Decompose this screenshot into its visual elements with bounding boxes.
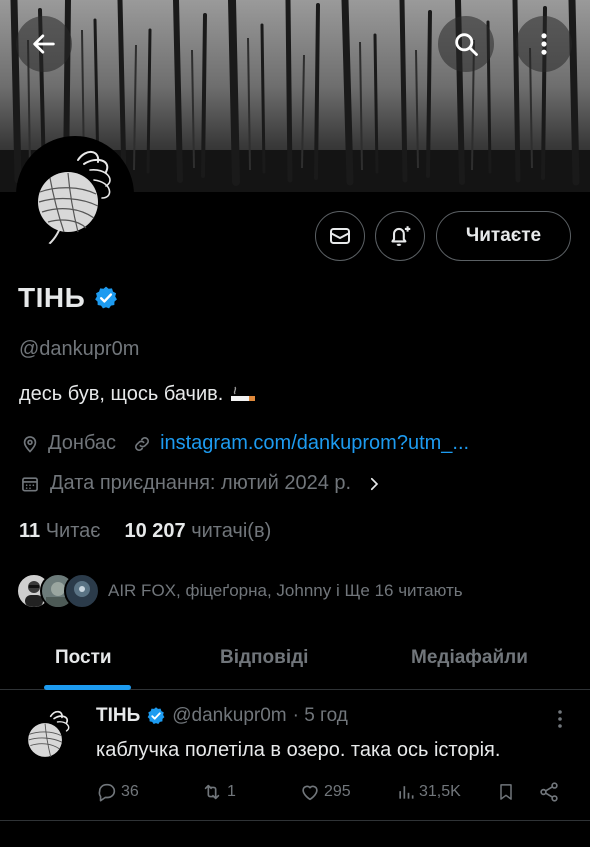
profile-meta-row: Донбас instagram.com/dankuprom?utm_... xyxy=(20,432,469,455)
bookmark-icon xyxy=(500,784,512,800)
followers-count: 10 207 xyxy=(124,520,186,542)
following-label: Читає xyxy=(45,520,101,542)
mail-icon xyxy=(330,228,350,244)
more-options-button[interactable] xyxy=(516,16,572,72)
reply-icon xyxy=(98,783,116,802)
notifications-button[interactable] xyxy=(375,211,425,261)
tab-media[interactable]: Медіафайли xyxy=(411,647,528,669)
cigarette-icon xyxy=(231,386,256,401)
post-more-icon[interactable] xyxy=(550,707,570,731)
tab-posts[interactable]: Пости xyxy=(55,647,112,669)
following-stat[interactable]: 11 Читає xyxy=(19,520,100,543)
post-actions: 36 1 295 31,5K xyxy=(96,781,566,805)
repost-icon xyxy=(204,784,220,800)
post-author-name[interactable]: ТІНЬ xyxy=(96,705,140,727)
post-author-avatar[interactable] xyxy=(18,705,80,767)
profile-name: ТІНЬ xyxy=(18,282,86,313)
views-button[interactable]: 31,5K xyxy=(396,781,461,803)
following-button[interactable]: Читаєте xyxy=(436,211,571,261)
search-button[interactable] xyxy=(438,16,494,72)
bandaged-head-icon xyxy=(18,705,80,767)
heart-icon xyxy=(302,785,318,801)
back-button[interactable] xyxy=(16,16,72,72)
share-button[interactable] xyxy=(538,781,560,803)
bookmark-button[interactable] xyxy=(496,781,516,803)
views-chart-icon xyxy=(399,786,414,799)
follower-avatar xyxy=(64,573,100,609)
profile-joined-date: Дата приєднання: лютий 2024 р. xyxy=(50,472,352,494)
reply-count: 36 xyxy=(121,783,139,800)
post-timestamp: · 5 год xyxy=(292,705,348,726)
tab-replies[interactable]: Відповіді xyxy=(220,647,308,669)
post-text: каблучка полетіла в озеро. така ось істо… xyxy=(96,739,501,761)
share-icon xyxy=(540,782,558,802)
bandaged-head-icon xyxy=(20,140,130,250)
post-header: ТІНЬ @dankupr0m · 5 год xyxy=(96,705,348,727)
reply-button[interactable]: 36 xyxy=(96,781,139,803)
repost-count: 1 xyxy=(227,783,236,800)
follow-stats: 11 Читає 10 207 читачі(в) xyxy=(19,520,271,543)
followed-by-text: AIR FOX, фіцеґорна, Johnny і Ще 16 читаю… xyxy=(108,581,463,600)
profile-name-row: ТІНЬ xyxy=(18,282,119,314)
message-button[interactable] xyxy=(315,211,365,261)
profile-website-link[interactable]: instagram.com/dankuprom?utm_... xyxy=(160,432,469,455)
bell-plus-icon xyxy=(391,226,411,246)
active-tab-indicator xyxy=(44,685,131,690)
profile-avatar[interactable] xyxy=(16,136,134,254)
profile-joined-row[interactable]: Дата приєднання: лютий 2024 р. xyxy=(20,472,383,495)
views-count: 31,5K xyxy=(419,783,461,800)
followers-label: читачі(в) xyxy=(191,520,272,542)
more-vertical-icon xyxy=(541,33,547,55)
chevron-right-icon xyxy=(371,477,379,490)
search-icon xyxy=(455,33,478,56)
profile-bio-row: десь був, щось бачив. xyxy=(19,383,259,406)
verified-badge-icon xyxy=(147,707,165,724)
profile-bio: десь був, щось бачив. xyxy=(19,383,224,405)
followers-stat[interactable]: 10 207 читачі(в) xyxy=(124,520,271,543)
following-count: 11 xyxy=(19,520,41,542)
followed-by-row[interactable]: AIR FOX, фіцеґорна, Johnny і Ще 16 читаю… xyxy=(16,573,463,609)
profile-location: Донбас xyxy=(48,432,117,454)
arrow-left-icon xyxy=(33,34,55,54)
like-count: 295 xyxy=(324,783,351,800)
calendar-icon xyxy=(22,476,38,491)
post-author-handle: @dankupr0m xyxy=(172,705,287,726)
location-pin-icon xyxy=(23,435,37,453)
post-item[interactable]: ТІНЬ @dankupr0m · 5 год каблучка полетіл… xyxy=(0,691,590,821)
profile-handle: @dankupr0m xyxy=(19,338,140,360)
repost-button[interactable]: 1 xyxy=(200,781,236,803)
like-button[interactable]: 295 xyxy=(299,781,351,803)
verified-badge-icon[interactable] xyxy=(93,285,119,311)
link-icon xyxy=(135,436,150,451)
